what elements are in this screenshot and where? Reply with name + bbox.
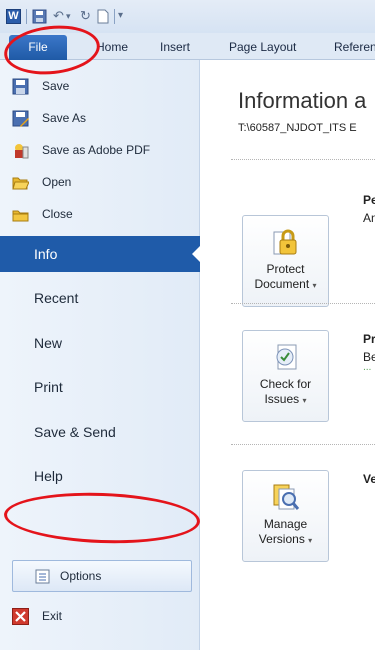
save-icon: [12, 78, 29, 95]
tab-file[interactable]: File: [9, 35, 67, 60]
adobe-pdf-icon: [12, 142, 29, 159]
options-icon: [35, 569, 50, 584]
customize-qat-icon[interactable]: ▾: [118, 8, 123, 24]
nav-save-send[interactable]: Save & Send: [0, 414, 200, 450]
options-command[interactable]: Options: [12, 560, 192, 592]
divider: [231, 444, 375, 445]
manage-versions-button[interactable]: Manage Versions ▾: [242, 470, 329, 562]
check-for-issues-line1: Check for: [259, 377, 312, 391]
manage-versions-line1: Manage: [263, 517, 308, 531]
close-label: Close: [42, 207, 73, 221]
save-as-adobe-pdf-command[interactable]: Save as Adobe PDF: [12, 137, 187, 163]
tab-home[interactable]: Home: [96, 35, 128, 60]
divider: [231, 303, 375, 304]
ribbon-tab-bar: File Home Insert Page Layout Referen: [0, 33, 375, 60]
nav-recent[interactable]: Recent: [0, 280, 200, 316]
permissions-text: An: [363, 211, 375, 225]
save-label: Save: [42, 79, 70, 93]
exit-label: Exit: [42, 609, 63, 623]
nav-print[interactable]: Print: [0, 369, 200, 405]
open-folder-icon: [12, 174, 30, 191]
chevron-down-icon: ▾: [302, 396, 307, 405]
save-as-adobe-pdf-label: Save as Adobe PDF: [42, 143, 151, 157]
permissions-heading: Pe: [363, 193, 375, 207]
close-folder-icon: [12, 206, 29, 223]
check-issues-icon: [270, 341, 302, 373]
nav-info[interactable]: Info: [0, 236, 201, 272]
tab-page-layout[interactable]: Page Layout: [229, 35, 296, 60]
protect-document-icon: [270, 226, 302, 258]
open-command[interactable]: Open: [12, 169, 187, 195]
check-for-issues-line2: Issues: [264, 392, 300, 406]
tab-references[interactable]: Referen: [334, 35, 375, 60]
chevron-down-icon: ▾: [312, 281, 317, 290]
chevron-down-icon: ▾: [308, 536, 313, 545]
prepare-heading: Pr: [363, 332, 375, 346]
options-label: Options: [60, 569, 102, 583]
save-command[interactable]: Save: [12, 73, 187, 99]
prepare-text: Be: [363, 350, 375, 364]
nav-help[interactable]: Help: [0, 458, 200, 494]
protect-document-line2: Document: [254, 277, 310, 291]
quick-access-toolbar: W ↶ ▾ ↻ ▾: [0, 0, 375, 33]
save-icon[interactable]: [32, 9, 47, 24]
progress-spinner-icon: ∙∙∙: [363, 364, 372, 375]
word-app-icon[interactable]: W: [6, 9, 21, 24]
save-as-icon: [12, 110, 29, 127]
undo-icon[interactable]: ↶: [53, 8, 64, 24]
open-label: Open: [42, 175, 72, 189]
repeat-icon[interactable]: ↻: [80, 8, 91, 24]
undo-dropdown-icon[interactable]: ▾: [66, 8, 71, 24]
toolbar-separator: [26, 9, 27, 24]
toolbar-separator: [114, 9, 115, 24]
manage-versions-icon: [270, 481, 302, 513]
info-pane: Information a T:\60587_NJDOT_ITS E Prote…: [201, 60, 375, 650]
backstage-nav: Save Save As Save as Adobe PDF Open Clos…: [0, 60, 201, 650]
exit-command[interactable]: Exit: [12, 603, 187, 629]
protect-document-button[interactable]: Protect Document ▾: [242, 215, 329, 307]
protect-document-line1: Protect: [266, 262, 305, 276]
divider: [231, 159, 375, 160]
save-as-command[interactable]: Save As: [12, 105, 187, 131]
exit-icon: [12, 607, 29, 625]
versions-heading: Ve: [363, 472, 375, 486]
nav-new[interactable]: New: [0, 325, 200, 361]
tab-insert[interactable]: Insert: [160, 35, 190, 60]
document-path: T:\60587_NJDOT_ITS E: [238, 122, 357, 134]
save-as-label: Save As: [42, 111, 87, 125]
check-for-issues-button[interactable]: Check for Issues ▾: [242, 330, 329, 422]
close-command[interactable]: Close: [12, 201, 187, 227]
manage-versions-line2: Versions: [258, 532, 305, 546]
new-document-icon[interactable]: [97, 9, 109, 24]
page-title: Information a: [238, 88, 367, 113]
